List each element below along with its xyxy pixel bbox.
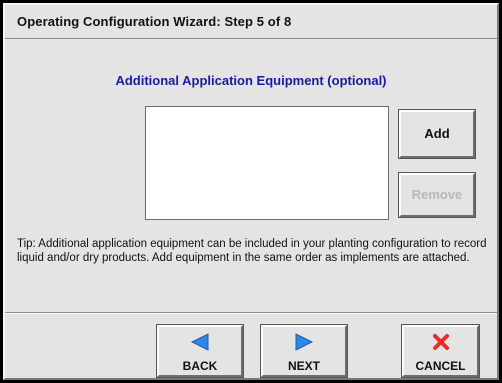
equipment-list[interactable] xyxy=(145,106,389,220)
arrow-right-icon xyxy=(263,333,345,353)
back-label: BACK xyxy=(182,359,218,373)
next-button[interactable]: NEXT xyxy=(260,324,348,378)
next-label: NEXT xyxy=(287,359,320,373)
cancel-button[interactable]: CANCEL xyxy=(401,324,480,378)
section-heading: Additional Application Equipment (option… xyxy=(115,73,387,88)
separator xyxy=(5,312,497,314)
remove-button[interactable]: Remove xyxy=(398,172,476,218)
title-bar: Operating Configuration Wizard: Step 5 o… xyxy=(5,5,497,39)
arrow-left-icon xyxy=(159,333,241,353)
back-button[interactable]: BACK xyxy=(156,324,244,378)
add-button[interactable]: Add xyxy=(398,109,476,159)
tip-text: Tip: Additional application equipment ca… xyxy=(17,238,487,264)
cancel-label: CANCEL xyxy=(415,359,466,373)
wizard-dialog: Operating Configuration Wizard: Step 5 o… xyxy=(3,3,499,380)
close-x-icon xyxy=(404,333,477,353)
window-title: Operating Configuration Wizard: Step 5 o… xyxy=(17,14,292,29)
